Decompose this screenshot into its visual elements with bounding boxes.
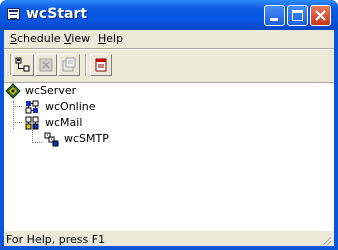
- window-button[interactable]: [90, 54, 112, 76]
- window-icon: [95, 58, 107, 72]
- tree-node-server[interactable]: wcServer: [4, 83, 124, 99]
- stop-icon: [39, 58, 53, 72]
- tree-node-label: wcOnline: [45, 100, 96, 113]
- tree-node-label: wcMail: [45, 116, 83, 129]
- menu-schedule[interactable]: Schedule: [10, 32, 61, 45]
- maximize-button[interactable]: [287, 5, 308, 26]
- tree-node-online[interactable]: wcOnline: [4, 99, 124, 115]
- smtp-service-icon: [44, 132, 59, 147]
- server-icon: [5, 83, 21, 99]
- resize-grip-icon[interactable]: [320, 234, 332, 246]
- connect-button[interactable]: [12, 54, 34, 76]
- menu-help[interactable]: Help: [98, 32, 123, 45]
- application-window: wcStart Schedule View Help wcServer wcOn…: [0, 0, 338, 250]
- toolbar-separator: [85, 54, 87, 76]
- toolbar: [4, 50, 334, 80]
- menu-bar: Schedule View Help: [4, 30, 334, 48]
- menu-help-label: elp: [106, 32, 124, 45]
- close-button[interactable]: [310, 5, 331, 26]
- minimize-icon: [270, 18, 278, 21]
- tree-node-label: wcServer: [25, 84, 77, 97]
- app-icon[interactable]: [7, 8, 20, 20]
- properties-button[interactable]: [58, 54, 80, 76]
- status-bar: For Help, press F1: [4, 230, 334, 247]
- window-frame-bottom: [0, 246, 338, 250]
- mail-service-icon: [25, 116, 39, 130]
- online-service-icon: [25, 100, 39, 114]
- client-area: Schedule View Help wcServer wcOnline wcM…: [4, 30, 334, 246]
- title-bar[interactable]: wcStart: [0, 0, 338, 30]
- menu-view[interactable]: View: [64, 32, 90, 45]
- menu-schedule-accel: S: [10, 32, 17, 45]
- window-title: wcStart: [26, 6, 88, 22]
- toolbar-grip[interactable]: [6, 54, 11, 75]
- tree-node-smtp[interactable]: wcSMTP: [4, 131, 124, 147]
- network-icon: [15, 57, 30, 72]
- menu-schedule-label: chedule: [16, 32, 61, 45]
- status-text: For Help, press F1: [6, 233, 106, 246]
- service-tree[interactable]: wcServer wcOnline wcMail wcSMTP: [4, 82, 334, 230]
- tree-node-label: wcSMTP: [64, 132, 109, 145]
- maximize-icon: [292, 10, 303, 21]
- stop-button[interactable]: [35, 54, 57, 76]
- minimize-button[interactable]: [264, 5, 285, 26]
- menu-view-label: iew: [71, 32, 91, 45]
- tree-node-mail[interactable]: wcMail: [4, 115, 124, 131]
- close-icon: [315, 10, 326, 21]
- properties-icon: [62, 57, 76, 72]
